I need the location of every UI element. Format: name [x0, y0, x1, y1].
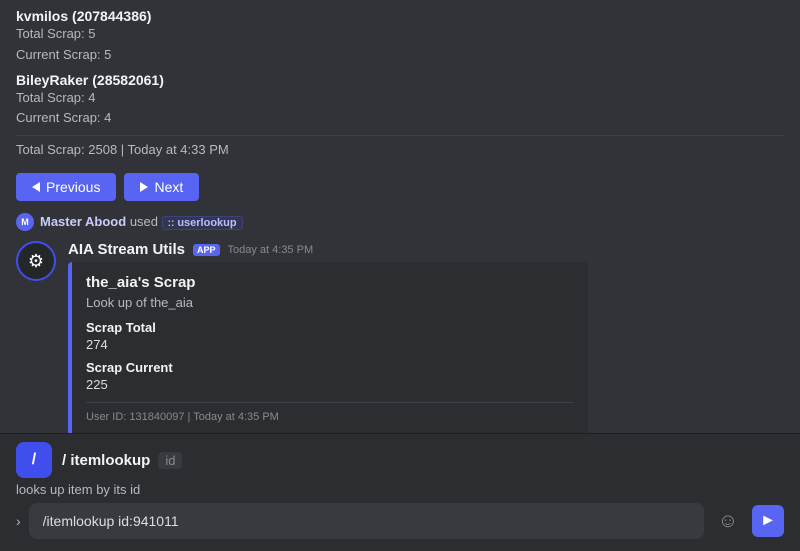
bot-avatar: ⚙ [16, 241, 56, 281]
command-hint-slash: / itemlookup [62, 452, 150, 469]
bot-content: AIA Stream Utils APP Today at 4:35 PM th… [68, 241, 784, 433]
command-used-action: used [130, 214, 162, 229]
user2-total-scrap: Total Scrap: 4 [16, 88, 784, 109]
slash-icon: :: [168, 218, 175, 229]
embed-field-scrap-total: Scrap Total 274 [86, 320, 574, 352]
input-bar: › ☺ ► [0, 503, 800, 551]
userlookup-badge[interactable]: :: userlookup [162, 216, 243, 230]
command-used-bar: M Master Abood used :: userlookup [0, 211, 800, 237]
message-input[interactable] [29, 503, 704, 539]
user1-name: kvmilos (207844386) [16, 8, 784, 24]
embed-field2-value: 225 [86, 377, 574, 392]
total-scrap-footer: Total Scrap: 2508 | Today at 4:33 PM [16, 135, 784, 165]
bot-name: AIA Stream Utils [68, 241, 185, 258]
command-hint-arg: id [158, 452, 182, 469]
bottom-area: / / itemlookup id looks up item by its i… [0, 433, 800, 551]
bot-message: ⚙ AIA Stream Utils APP Today at 4:35 PM … [0, 237, 800, 433]
chevron-right-icon[interactable]: › [16, 513, 21, 529]
bot-timestamp: Today at 4:35 PM [228, 244, 314, 256]
embed-field1-name: Scrap Total [86, 320, 574, 335]
command-used-text: Master Abood used :: userlookup [40, 214, 243, 231]
embed-footer: User ID: 131840097 | Today at 4:35 PM [86, 402, 574, 423]
embed-desc: Look up of the_aia [86, 295, 574, 310]
previous-button[interactable]: Previous [16, 173, 116, 201]
command-hint-name-row: / itemlookup id [62, 452, 182, 469]
prev-arrow-icon [32, 182, 40, 192]
bot-avatar-icon: ⚙ [28, 251, 44, 272]
prev-label: Previous [46, 179, 100, 195]
embed-field-scrap-current: Scrap Current 225 [86, 360, 574, 392]
command-icon: / [16, 442, 52, 478]
embed-field2-name: Scrap Current [86, 360, 574, 375]
user1-current-scrap: Current Scrap: 5 [16, 45, 784, 66]
command-badge-label: userlookup [177, 217, 236, 229]
slash-big-icon: / [32, 451, 36, 469]
command-user-name[interactable]: Master Abood [40, 214, 126, 229]
embed-title: the_aia's Scrap [86, 274, 574, 291]
send-icon: ► [760, 512, 776, 530]
user1-block: kvmilos (207844386) Total Scrap: 5 Curre… [16, 8, 784, 66]
next-label: Next [154, 179, 183, 195]
command-hint: / / itemlookup id [0, 434, 800, 482]
command-user-avatar: M [16, 213, 34, 231]
app-tag: APP [193, 244, 220, 256]
next-arrow-icon [140, 182, 148, 192]
user2-name: BileyRaker (28582061) [16, 72, 784, 88]
user1-total-scrap: Total Scrap: 5 [16, 24, 784, 45]
embed-card: the_aia's Scrap Look up of the_aia Scrap… [68, 262, 588, 433]
command-hint-details: / itemlookup id [62, 452, 182, 469]
bot-header: AIA Stream Utils APP Today at 4:35 PM [68, 241, 784, 258]
nav-buttons: Previous Next [0, 165, 800, 211]
user2-block: BileyRaker (28582061) Total Scrap: 4 Cur… [16, 72, 784, 130]
send-button[interactable]: ► [752, 505, 784, 537]
next-button[interactable]: Next [124, 173, 199, 201]
command-desc: looks up item by its id [0, 482, 800, 503]
user2-current-scrap: Current Scrap: 4 [16, 108, 784, 129]
emoji-button[interactable]: ☺ [712, 505, 744, 537]
embed-field1-value: 274 [86, 337, 574, 352]
